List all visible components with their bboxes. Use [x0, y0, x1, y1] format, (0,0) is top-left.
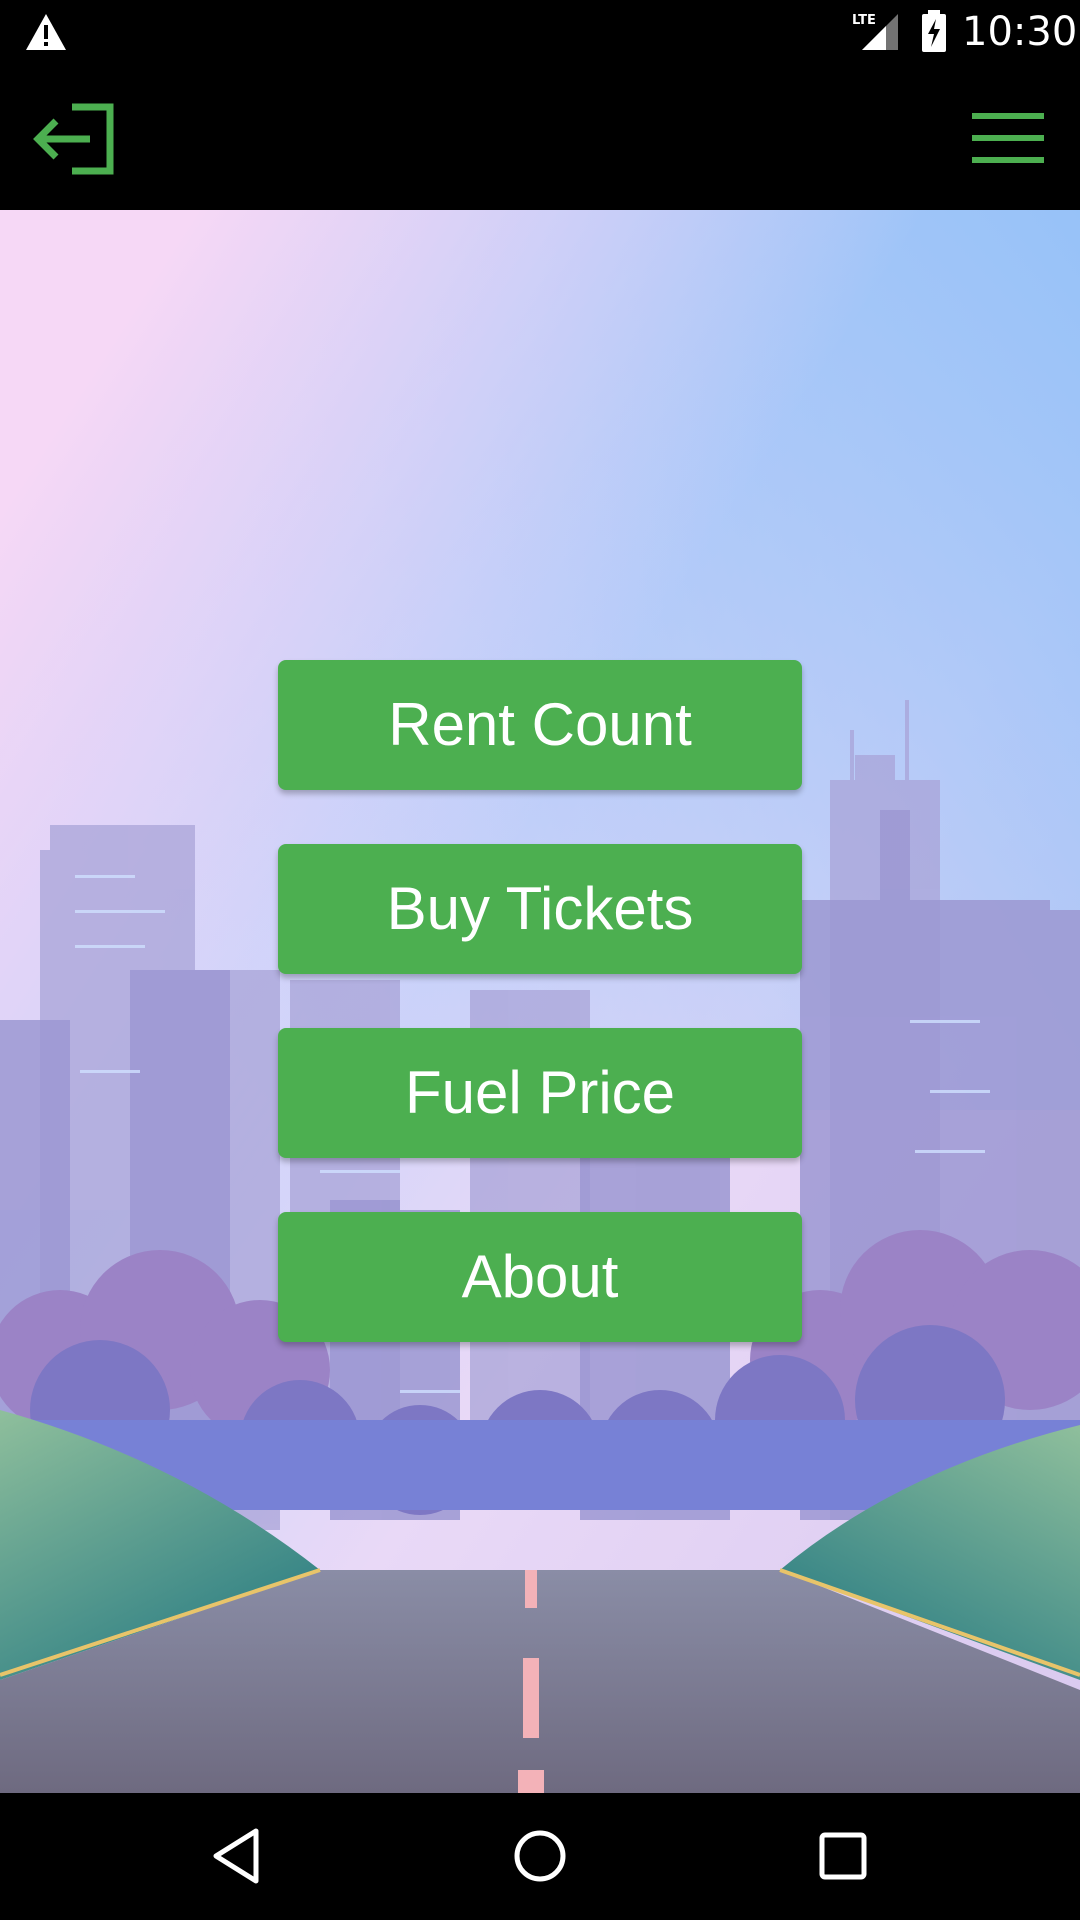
warning-icon: [26, 14, 66, 50]
svg-text:LTE: LTE: [852, 13, 876, 28]
app-bar: [0, 63, 1080, 210]
about-button[interactable]: About: [278, 1212, 802, 1342]
signal-icon: LTE: [852, 13, 898, 50]
main-content: Rent Count Buy Tickets Fuel Price About: [0, 210, 1080, 1793]
status-time: 10:30: [962, 9, 1078, 55]
status-bar: LTE 10:30: [0, 0, 1080, 63]
exit-icon[interactable]: [28, 99, 116, 179]
battery-charging-icon: [922, 10, 946, 52]
buy-tickets-button[interactable]: Buy Tickets: [278, 844, 802, 974]
back-icon[interactable]: [202, 1821, 272, 1891]
city-road-background: [0, 210, 1080, 1793]
fuel-price-button[interactable]: Fuel Price: [278, 1028, 802, 1158]
navigation-bar: [0, 1793, 1080, 1920]
hamburger-menu-icon[interactable]: [970, 103, 1046, 173]
screen: LTE 10:30 Rent Count Buy Tickets Fuel Pr…: [0, 0, 1080, 1920]
home-icon[interactable]: [505, 1821, 575, 1891]
recents-icon[interactable]: [808, 1821, 878, 1891]
rent-count-button[interactable]: Rent Count: [278, 660, 802, 790]
